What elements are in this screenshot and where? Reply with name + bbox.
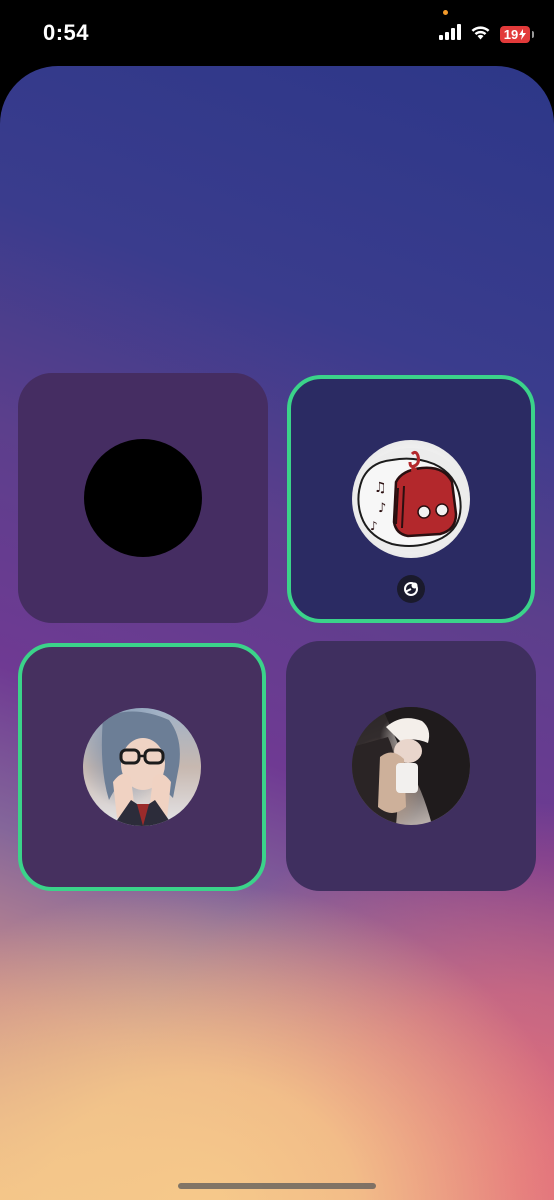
svg-text:♫: ♫ xyxy=(374,480,387,496)
participant-photo-avatar xyxy=(83,708,201,826)
battery-tip xyxy=(532,30,534,38)
participant-photo-avatar xyxy=(352,707,470,825)
voice-call-screen: ♫ ♪ ♪ xyxy=(0,66,554,1200)
svg-text:♪: ♪ xyxy=(370,519,378,533)
participant-tile-2-speaking[interactable]: ♫ ♪ ♪ xyxy=(287,375,535,623)
cellular-signal-icon xyxy=(439,23,461,45)
participant-tile-4[interactable] xyxy=(286,641,536,891)
status-time: 0:54 xyxy=(43,20,90,45)
status-icons: 19 xyxy=(439,22,534,46)
participant-tile-1[interactable] xyxy=(18,373,268,623)
privacy-indicator-dot xyxy=(443,10,448,15)
wifi-icon xyxy=(470,24,491,45)
music-bot-avatar: ♫ ♪ ♪ xyxy=(352,440,470,558)
battery-level-text: 19 xyxy=(503,26,519,42)
battery-charging-icon: 19 xyxy=(500,25,534,43)
participant-avatar xyxy=(84,439,202,557)
svg-text:♪: ♪ xyxy=(378,501,386,516)
status-bar: 0:54 19 xyxy=(0,0,554,66)
screen-share-icon xyxy=(397,575,425,603)
participant-tile-3-speaking[interactable] xyxy=(18,643,266,891)
home-indicator[interactable] xyxy=(178,1183,376,1189)
